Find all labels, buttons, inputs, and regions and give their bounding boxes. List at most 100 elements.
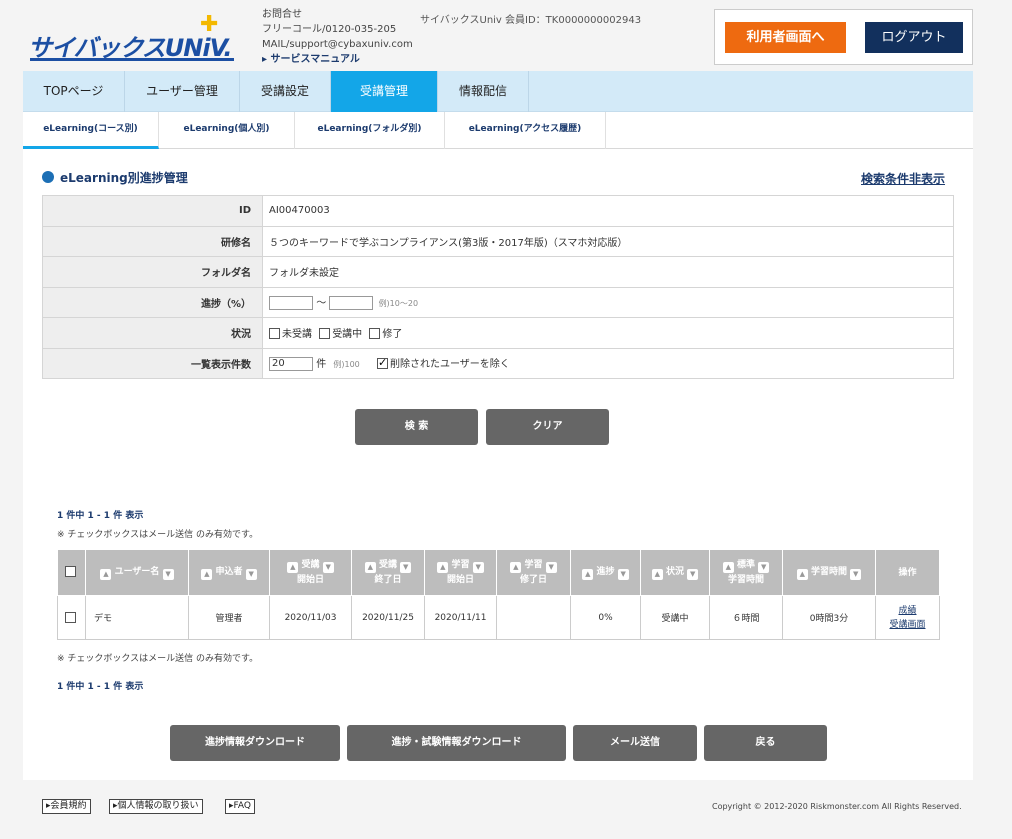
status-in-progress-checkbox[interactable]	[319, 328, 331, 340]
sort-down-icon[interactable]: ▼	[687, 569, 699, 580]
bullet-icon	[42, 171, 54, 183]
header-course-start[interactable]: ▲ 受講 ▼ 開始日	[269, 549, 352, 596]
clear-button[interactable]: クリア	[486, 409, 609, 445]
status-completed-label: 修了	[382, 329, 403, 341]
cell-actions: 成績 受講画面	[875, 595, 940, 640]
status-in-progress-label: 受講中	[332, 329, 363, 341]
table-header-row: ▲ ユーザー名 ▼ ▲ 申込者 ▼ ▲ 受講 ▼ 開始日 ▲ 受講 ▼ 終了日 ▲ …	[57, 549, 940, 596]
logout-button[interactable]: ログアウト	[865, 22, 963, 53]
sort-down-icon[interactable]: ▼	[400, 562, 412, 573]
logo-underline	[30, 58, 234, 61]
grade-link[interactable]: 成績	[898, 606, 916, 616]
header-standard-time[interactable]: ▲ 標準 ▼ 学習時間	[709, 549, 783, 596]
count-example: 例)100	[333, 360, 360, 370]
sort-up-icon[interactable]: ▲	[287, 562, 299, 573]
row-checkbox[interactable]	[65, 611, 76, 623]
header-study-time-label: 学習時間	[810, 567, 847, 577]
manual-link[interactable]: ▸ サービスマニュアル	[262, 52, 413, 67]
back-button[interactable]: 戻る	[704, 725, 827, 761]
logo[interactable]: サイバックスUNiV. ✚	[28, 12, 236, 62]
sort-up-icon[interactable]: ▲	[796, 569, 808, 580]
count-input[interactable]: 20	[269, 357, 313, 372]
tab-course-management[interactable]: 受講管理	[331, 71, 438, 112]
header-user[interactable]: ▲ ユーザー名 ▼	[85, 549, 189, 596]
header-study-end[interactable]: ▲ 学習 ▼ 修了日	[496, 549, 571, 596]
user-screen-button[interactable]: 利用者画面へ	[725, 22, 846, 53]
hide-search-link[interactable]: 検索条件非表示	[861, 170, 945, 187]
progress-label: 進捗（%）	[42, 286, 263, 318]
header-study-start-l1: 学習	[451, 560, 470, 570]
search-button[interactable]: 検 索	[355, 409, 478, 445]
cell-status: 受講中	[640, 595, 710, 640]
header-progress[interactable]: ▲ 進捗 ▼	[570, 549, 641, 596]
cell-study-end	[496, 595, 571, 640]
progress-download-button[interactable]: 進捗情報ダウンロード	[170, 725, 340, 761]
exam-download-button[interactable]: 進捗・試験情報ダウンロード	[347, 725, 566, 761]
progress-max-input[interactable]	[329, 296, 374, 311]
subtab-by-person[interactable]: eLearning(個人別)	[159, 112, 295, 149]
id-label: ID	[42, 195, 263, 227]
header-study-end-l2: 修了日	[519, 575, 547, 585]
sort-down-icon[interactable]: ▼	[758, 562, 770, 573]
sort-down-icon[interactable]: ▼	[245, 569, 257, 580]
results-table: ▲ ユーザー名 ▼ ▲ 申込者 ▼ ▲ 受講 ▼ 開始日 ▲ 受講 ▼ 終了日 ▲ …	[57, 549, 940, 640]
course-view-link[interactable]: 受講画面	[889, 620, 925, 630]
header-status[interactable]: ▲ 状況 ▼	[640, 549, 710, 596]
manual-link-label: サービスマニュアル	[270, 54, 360, 65]
header-standard-time-l1: 標準	[736, 560, 755, 570]
cell-study-start: 2020/11/11	[424, 595, 497, 640]
sort-up-icon[interactable]: ▲	[364, 562, 376, 573]
section-title-text: eLearning別進捗管理	[60, 171, 188, 185]
tab-course-settings[interactable]: 受講設定	[240, 71, 331, 112]
subtab-access-history[interactable]: eLearning(アクセス履歴)	[445, 112, 606, 149]
cell-study-time: 0時間3分	[782, 595, 876, 640]
header-study-start[interactable]: ▲ 学習 ▼ 開始日	[424, 549, 497, 596]
sort-down-icon[interactable]: ▼	[322, 562, 334, 573]
sort-down-icon[interactable]: ▼	[850, 569, 862, 580]
status-not-started-checkbox[interactable]	[269, 328, 280, 340]
tab-top[interactable]: TOPページ	[23, 71, 125, 112]
member-id: サイバックスUniv 会員ID：TK0000000002943	[420, 15, 642, 26]
freecall: フリーコール/0120-035-205	[262, 24, 397, 35]
subtab-by-course[interactable]: eLearning(コース別)	[23, 112, 159, 149]
copyright: Copyright © 2012-2020 Riskmonster.com Al…	[712, 802, 962, 811]
header-applicant[interactable]: ▲ 申込者 ▼	[188, 549, 270, 596]
header-study-end-l1: 学習	[524, 560, 543, 570]
contact-info: お問合せ フリーコール/0120-035-205 MAIL/support@cy…	[262, 7, 413, 67]
tab-information[interactable]: 情報配信	[438, 71, 529, 112]
count-unit: 件	[316, 359, 327, 371]
header-course-start-l1: 受講	[301, 560, 320, 570]
sort-up-icon[interactable]: ▲	[510, 562, 522, 573]
select-all-checkbox[interactable]	[65, 565, 76, 577]
progress-range: 〜 例)10〜20	[262, 286, 954, 318]
result-count-bottom: 1 件中 1 - 1 件 表示	[57, 682, 144, 692]
sort-up-icon[interactable]: ▲	[201, 569, 213, 580]
sort-up-icon[interactable]: ▲	[722, 562, 734, 573]
logo-star-icon: ✚	[200, 12, 219, 37]
checkbox-note-bottom: ※ チェックボックスはメール送信 のみ有効です。	[57, 654, 259, 664]
sort-down-icon[interactable]: ▼	[545, 562, 557, 573]
id-value: AI00470003	[262, 195, 954, 227]
status-options: 未受講 受講中 修了	[262, 317, 954, 349]
sort-up-icon[interactable]: ▲	[582, 569, 594, 580]
tab-user-management[interactable]: ユーザー管理	[125, 71, 240, 112]
status-completed-checkbox[interactable]	[369, 328, 381, 340]
sort-down-icon[interactable]: ▼	[472, 562, 484, 573]
sort-up-icon[interactable]: ▲	[100, 569, 112, 580]
header-course-end[interactable]: ▲ 受講 ▼ 終了日	[351, 549, 425, 596]
sort-down-icon[interactable]: ▼	[617, 569, 629, 580]
count-row: 20 件 例)100 削除されたユーザーを除く	[262, 347, 954, 379]
sort-up-icon[interactable]: ▲	[651, 569, 663, 580]
progress-min-input[interactable]	[269, 296, 313, 311]
header-study-time[interactable]: ▲ 学習時間 ▼	[782, 549, 876, 596]
footer-link-faq[interactable]: ▸FAQ	[225, 799, 255, 814]
send-mail-button[interactable]: メール送信	[573, 725, 697, 761]
header-study-start-l2: 開始日	[446, 575, 474, 585]
exclude-deleted-checkbox[interactable]	[376, 356, 388, 370]
subtab-by-folder[interactable]: eLearning(フォルダ別)	[295, 112, 445, 149]
sort-up-icon[interactable]: ▲	[437, 562, 449, 573]
main-nav: TOPページ ユーザー管理 受講設定 受講管理 情報配信	[23, 71, 973, 112]
footer-link-privacy[interactable]: ▸個人情報の取り扱い	[109, 799, 203, 814]
footer-link-terms[interactable]: ▸会員規約	[42, 799, 91, 814]
sort-down-icon[interactable]: ▼	[162, 569, 174, 580]
